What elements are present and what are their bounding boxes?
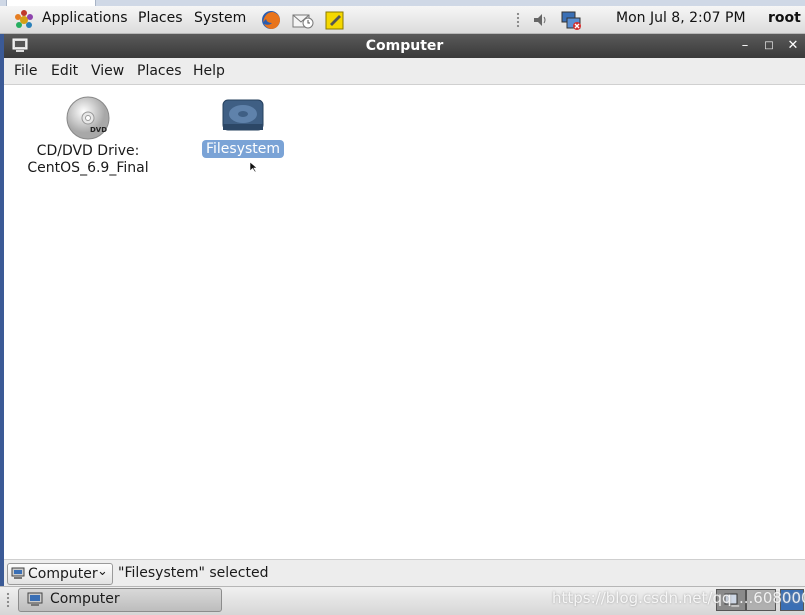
notes-icon[interactable]: [324, 9, 346, 31]
maximize-button[interactable]: □: [760, 37, 778, 55]
places-menu[interactable]: Places: [138, 10, 183, 26]
dvd-drive-label-line2: CentOS_6.9_Final: [27, 160, 149, 176]
file-view[interactable]: DVD CD/DVD Drive: CentOS_6.9_Final Files…: [4, 85, 805, 559]
applications-menu[interactable]: Applications: [42, 10, 128, 26]
mail-clock-icon[interactable]: [292, 9, 314, 31]
menu-edit[interactable]: Edit: [51, 63, 78, 79]
firefox-icon[interactable]: [260, 9, 282, 31]
menu-file[interactable]: File: [14, 63, 37, 79]
taskbar-computer-label: Computer: [50, 591, 120, 607]
chevron-down-icon: ⌄: [97, 564, 108, 579]
gnome-foot-icon[interactable]: [13, 9, 35, 31]
computer-icon: [11, 567, 25, 579]
bottom-panel: Computer https://blog.csdn.net/qq_...608…: [0, 586, 805, 615]
location-combo[interactable]: Computer ⌄: [7, 563, 113, 585]
volume-icon[interactable]: [530, 9, 552, 31]
window-title: Computer: [365, 38, 444, 54]
user-name[interactable]: root: [768, 10, 801, 26]
panel-handle: [6, 592, 10, 608]
computer-window: Computer – □ ✕ File Edit View Places Hel…: [4, 34, 805, 587]
minimize-button[interactable]: –: [736, 37, 754, 55]
dvd-drive-item[interactable]: DVD CD/DVD Drive: CentOS_6.9_Final: [20, 95, 156, 177]
close-button[interactable]: ✕: [784, 37, 802, 55]
hard-drive-icon: [222, 99, 264, 131]
dvd-icon: DVD: [66, 96, 110, 140]
filesystem-label: Filesystem: [201, 140, 285, 158]
menu-view[interactable]: View: [91, 63, 124, 79]
svg-text:DVD: DVD: [90, 126, 107, 134]
statusbar: Computer ⌄ "Filesystem" selected: [4, 559, 805, 587]
menu-help[interactable]: Help: [193, 63, 225, 79]
taskbar-computer-button[interactable]: Computer: [18, 588, 222, 612]
mouse-cursor-icon: [249, 161, 258, 173]
clock[interactable]: Mon Jul 8, 2:07 PM: [616, 10, 746, 26]
status-text: "Filesystem" selected: [118, 565, 269, 581]
system-menu[interactable]: System: [194, 10, 246, 26]
location-combo-label: Computer: [28, 566, 98, 582]
window-titlebar[interactable]: Computer – □ ✕: [4, 34, 805, 58]
menubar: File Edit View Places Help: [4, 58, 805, 85]
top-panel: Applications Places System Mon Jul 8, 2:…: [0, 6, 805, 34]
filesystem-item[interactable]: Filesystem: [200, 97, 286, 158]
menu-places[interactable]: Places: [137, 63, 182, 79]
panel-separator: [516, 12, 520, 28]
computer-icon: [27, 592, 43, 606]
dvd-drive-label-line1: CD/DVD Drive:: [36, 143, 140, 159]
network-disconnected-icon[interactable]: [560, 9, 582, 31]
watermark: https://blog.csdn.net/qq_...608000: [552, 589, 805, 607]
